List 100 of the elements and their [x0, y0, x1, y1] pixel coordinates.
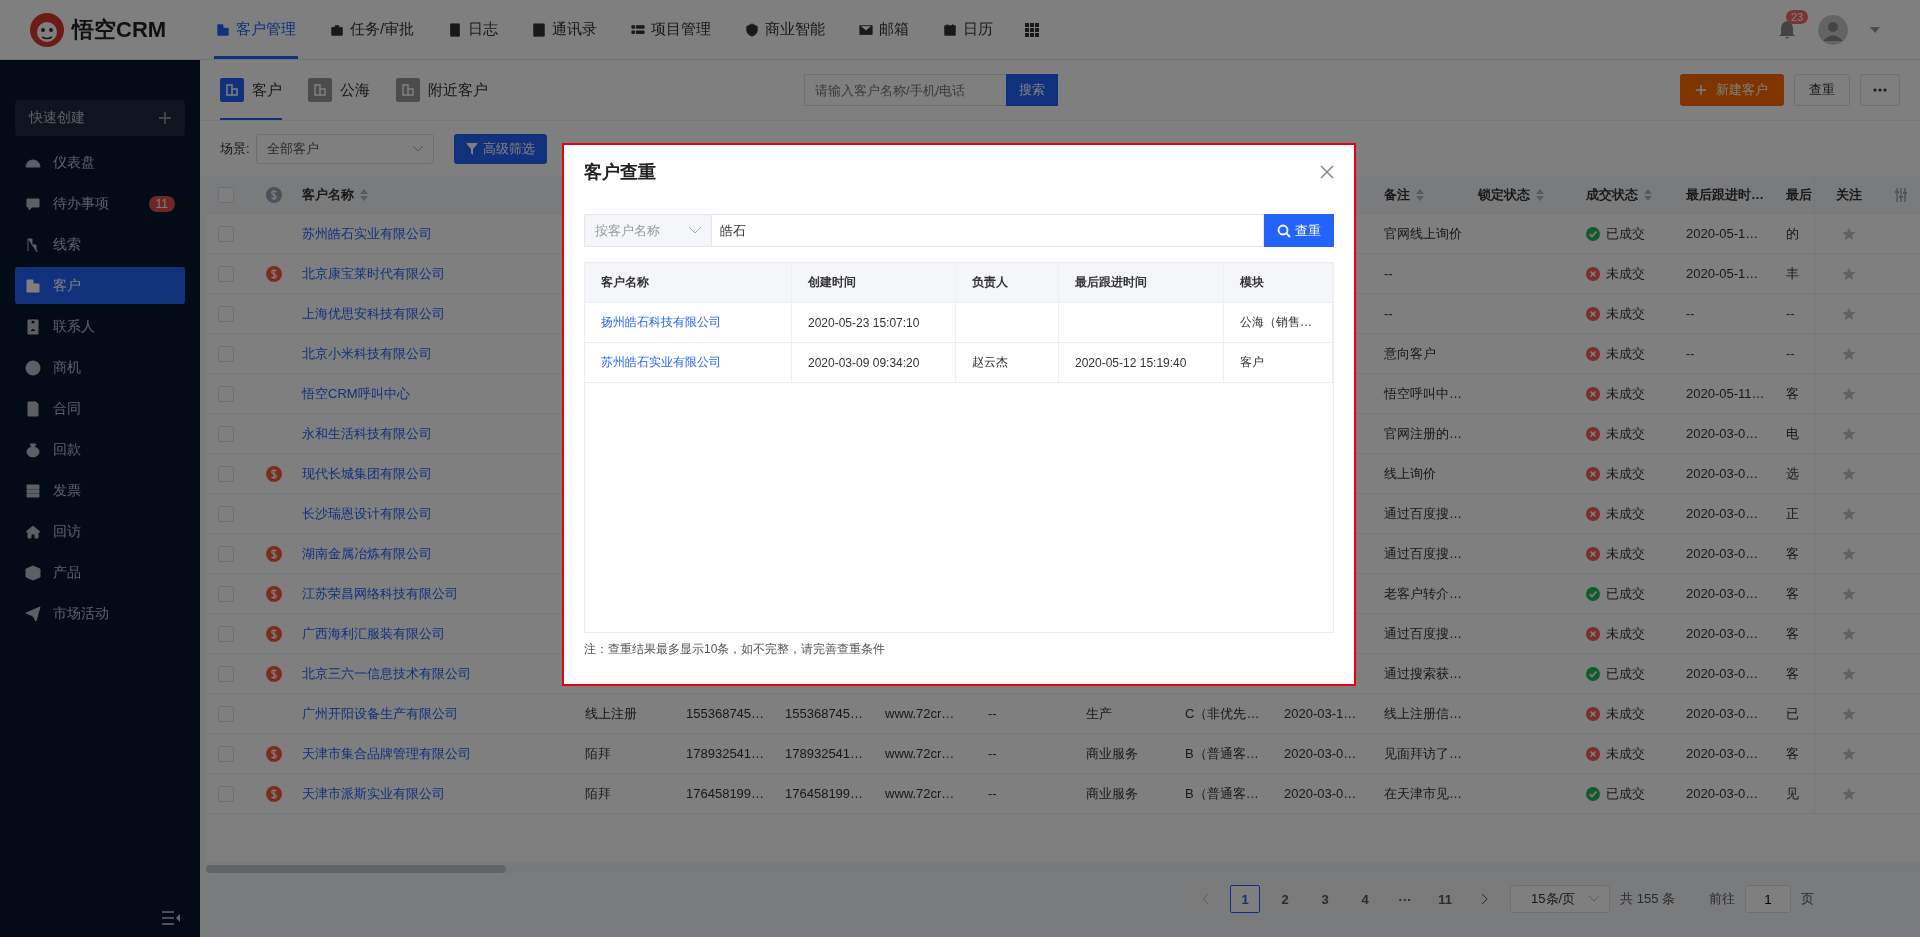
- sidebar-item[interactable]: 市场活动: [15, 595, 185, 632]
- column-header[interactable]: 成交状态: [1586, 185, 1638, 204]
- query-field[interactable]: 皓石: [712, 214, 1264, 247]
- customer-name-link[interactable]: 上海优思安科技有限公司: [302, 304, 445, 323]
- star-icon[interactable]: [1841, 386, 1856, 401]
- list-icon: [631, 22, 646, 37]
- tab-icon: [308, 78, 332, 102]
- table-cell: 2020-03-09 09:34:20: [808, 355, 920, 370]
- sort-icon[interactable]: [1536, 188, 1544, 201]
- scene-dropdown[interactable]: 全部客户: [255, 133, 434, 164]
- table-cell: --: [988, 746, 997, 761]
- nav-tab[interactable]: 通讯录: [530, 0, 600, 59]
- column-header[interactable]: 备注: [1384, 185, 1410, 204]
- search-button[interactable]: 搜索: [1006, 74, 1058, 106]
- star-icon[interactable]: [1841, 706, 1856, 721]
- sidebar-item[interactable]: 仪表盘: [15, 144, 185, 181]
- customer-name-link[interactable]: 现代长城集团有限公司: [302, 464, 432, 483]
- customer-name-link[interactable]: 苏州皓石实业有限公司: [302, 224, 432, 243]
- tab[interactable]: 公海: [308, 60, 370, 120]
- customer-name-link[interactable]: 广西海利汇服装有限公司: [302, 624, 445, 643]
- table-cell: 2020-03-0…: [1686, 466, 1759, 481]
- tab-icon: [220, 78, 244, 102]
- more-button[interactable]: [1860, 74, 1900, 106]
- nav-tab[interactable]: 项目管理: [629, 0, 714, 59]
- star-icon[interactable]: [1841, 346, 1856, 361]
- column-header[interactable]: 锁定状态: [1478, 185, 1530, 204]
- customer-name-link[interactable]: 北京三六一信息技术有限公司: [302, 664, 471, 683]
- search-field[interactable]: 请输入客户名称/手机/电话: [804, 74, 1006, 106]
- star-icon[interactable]: [1841, 586, 1856, 601]
- customer-name-link[interactable]: 天津市派斯实业有限公司: [302, 784, 445, 803]
- caret-icon[interactable]: [1870, 26, 1880, 33]
- sidebar-item[interactable]: 商机: [15, 349, 185, 386]
- search-type-dropdown[interactable]: 按客户名称: [584, 214, 712, 247]
- sidebar-item[interactable]: 合同: [15, 390, 185, 427]
- star-icon[interactable]: [1841, 306, 1856, 321]
- star-icon[interactable]: [1841, 546, 1856, 561]
- table-cell: 商业服务: [1086, 744, 1138, 763]
- customer-name-link[interactable]: 广州开阳设备生产有限公司: [302, 704, 458, 723]
- tab[interactable]: 客户: [220, 60, 282, 120]
- document-icon: [25, 400, 41, 417]
- table-cell: 意向客户: [1384, 344, 1436, 363]
- sidebar-item[interactable]: 线索: [15, 226, 185, 263]
- sidebar-item[interactable]: 发票: [15, 472, 185, 509]
- star-icon[interactable]: [1841, 266, 1856, 281]
- customer-name-link[interactable]: 湖南金属冶炼有限公司: [302, 544, 432, 563]
- close-icon[interactable]: [1320, 165, 1334, 179]
- star-icon[interactable]: [1841, 626, 1856, 641]
- sidebar-item[interactable]: 客户: [15, 267, 185, 304]
- page-button[interactable]: 1: [1230, 885, 1261, 913]
- sidebar-item[interactable]: 回访: [15, 513, 185, 550]
- star-icon[interactable]: [1841, 786, 1856, 801]
- star-icon[interactable]: [1841, 226, 1856, 241]
- star-icon[interactable]: [1841, 506, 1856, 521]
- customer-name-link[interactable]: 长沙瑞恩设计有限公司: [302, 504, 432, 523]
- page-size-dropdown[interactable]: 15条/页: [1510, 885, 1611, 913]
- nav-tab[interactable]: 任务/审批: [328, 0, 417, 59]
- customer-name-link[interactable]: 北京小米科技有限公司: [302, 344, 432, 363]
- customer-name-link[interactable]: 天津市集合品牌管理有限公司: [302, 744, 471, 763]
- bell-icon[interactable]: [1778, 19, 1796, 40]
- customer-name-link[interactable]: 北京康宝莱时代有限公司: [302, 264, 445, 283]
- column-settings-icon[interactable]: [1894, 187, 1908, 202]
- column-header[interactable]: 最后跟进时…: [1686, 185, 1764, 204]
- collapse-menu-icon[interactable]: [162, 911, 180, 925]
- star-icon[interactable]: [1841, 426, 1856, 441]
- customer-name-link[interactable]: 扬州皓石科技有限公司: [601, 314, 721, 331]
- star-icon[interactable]: [1841, 666, 1856, 681]
- sort-icon[interactable]: [1416, 188, 1424, 201]
- scene-label: 场景:: [220, 139, 250, 158]
- check-duplicate-button[interactable]: 查重: [1264, 214, 1334, 247]
- customer-name-link[interactable]: 永和生活科技有限公司: [302, 424, 432, 443]
- dedupe-button[interactable]: 查重: [1794, 74, 1850, 106]
- app-grid-icon[interactable]: [1025, 22, 1040, 37]
- sidebar-item[interactable]: 联系人: [15, 308, 185, 345]
- star-icon[interactable]: [1841, 746, 1856, 761]
- paper-plane-icon: [25, 605, 41, 622]
- deal-status-text: 未成交: [1606, 544, 1645, 563]
- sidebar-item[interactable]: 回款: [15, 431, 185, 468]
- page-number-field[interactable]: 1: [1745, 885, 1791, 913]
- sort-icon[interactable]: [1644, 188, 1652, 201]
- nav-tab[interactable]: 邮箱: [857, 0, 912, 59]
- new-customer-button[interactable]: 新建客户: [1680, 74, 1784, 106]
- customer-name-link[interactable]: 苏州皓石实业有限公司: [601, 354, 721, 371]
- nav-tab[interactable]: 商业智能: [743, 0, 828, 59]
- avatar-icon[interactable]: [1818, 14, 1848, 45]
- nav-tab[interactable]: 日志: [446, 0, 501, 59]
- column-header: 创建时间: [808, 274, 856, 291]
- quick-create-button[interactable]: 快速创建: [15, 100, 185, 136]
- customer-name-link[interactable]: 悟空CRM呼叫中心: [302, 384, 410, 403]
- column-header[interactable]: 最后: [1786, 185, 1812, 204]
- nav-tab[interactable]: 日历: [941, 0, 996, 59]
- star-icon[interactable]: [1841, 466, 1856, 481]
- column-header[interactable]: 客户名称: [302, 185, 354, 204]
- sort-icon[interactable]: [360, 188, 368, 201]
- advanced-filter-button[interactable]: 高级筛选: [453, 133, 547, 164]
- customer-name-link[interactable]: 江苏荣昌网络科技有限公司: [302, 584, 458, 603]
- dollar-coin-icon: [266, 465, 282, 482]
- sidebar-item[interactable]: 待办事项 11: [15, 185, 185, 222]
- tab[interactable]: 附近客户: [396, 60, 488, 120]
- sidebar-item[interactable]: 产品: [15, 554, 185, 591]
- table-cell: 178932541…: [686, 746, 765, 761]
